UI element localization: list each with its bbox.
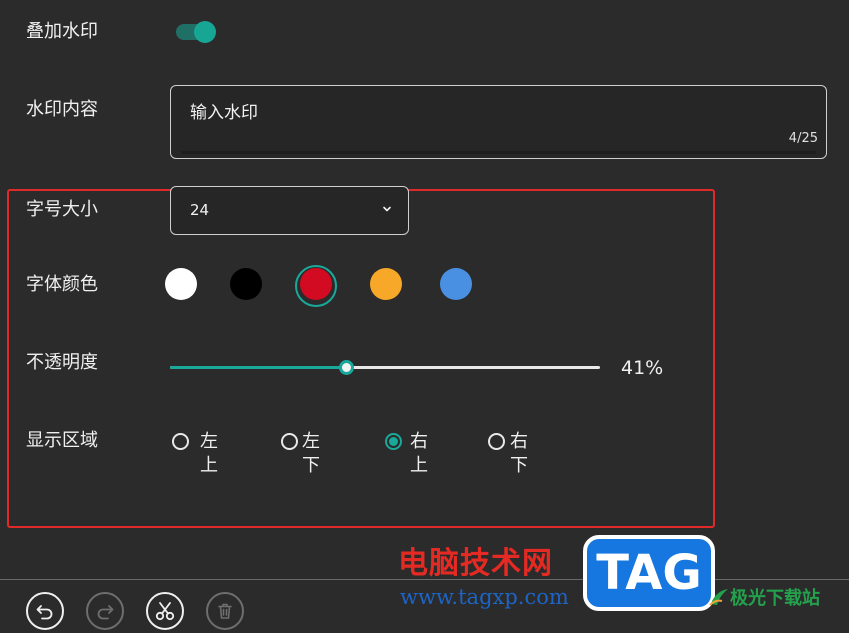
redo-button[interactable] [86,592,124,630]
color-swatch-red[interactable] [300,268,332,300]
watermark-content-input[interactable]: 输入水印 4/25 [170,85,827,159]
radio-label-bottom-right[interactable]: 右下 [510,430,528,478]
watermark-content-value: 输入水印 [190,103,258,123]
undo-button[interactable] [26,592,64,630]
radio-bottom-left[interactable] [281,433,298,450]
font-size-select[interactable]: 24 [170,186,409,235]
site-watermark-brand: 电脑技术网 [398,546,553,581]
redo-icon [97,605,114,620]
radio-bottom-right[interactable] [488,433,505,450]
font-color-label: 字体颜色 [26,274,98,295]
opacity-slider-fill [170,366,347,369]
opacity-value: 41% [621,357,664,379]
radio-top-left[interactable] [172,433,189,450]
trash-icon [218,603,232,619]
site-watermark-sitename: 极光下载站 [730,588,820,609]
undo-icon [36,605,53,620]
display-area-label: 显示区域 [26,430,98,451]
watermark-content-label: 水印内容 [26,99,98,120]
opacity-slider-thumb[interactable] [339,360,355,375]
cut-button[interactable] [146,592,184,630]
opacity-label: 不透明度 [26,352,98,373]
toggle-knob [194,21,216,43]
site-watermark-url: www.tagxp.com [400,585,569,609]
color-swatch-white[interactable] [165,268,197,300]
color-swatch-blue[interactable] [440,268,472,300]
font-size-label: 字号大小 [26,199,98,220]
highlight-box [7,189,715,528]
radio-label-top-right[interactable]: 右上 [410,430,428,478]
radio-label-top-left[interactable]: 左上 [200,430,218,478]
delete-button[interactable] [206,592,244,630]
character-counter: 4/25 [788,131,818,146]
aurora-logo-icon [709,589,728,606]
radio-label-bottom-left[interactable]: 左下 [302,430,320,478]
radio-top-right[interactable] [385,433,402,450]
input-scroll-bar [181,151,816,154]
chevron-down-icon [383,206,391,212]
color-swatch-orange[interactable] [370,268,402,300]
overlay-watermark-toggle[interactable] [176,21,216,43]
opacity-slider[interactable] [170,360,600,375]
overlay-watermark-label: 叠加水印 [26,21,98,42]
font-size-value: 24 [190,201,210,219]
site-watermark-logo: TAG [583,535,715,611]
scissors-icon [155,602,175,621]
color-swatch-black[interactable] [230,268,262,300]
